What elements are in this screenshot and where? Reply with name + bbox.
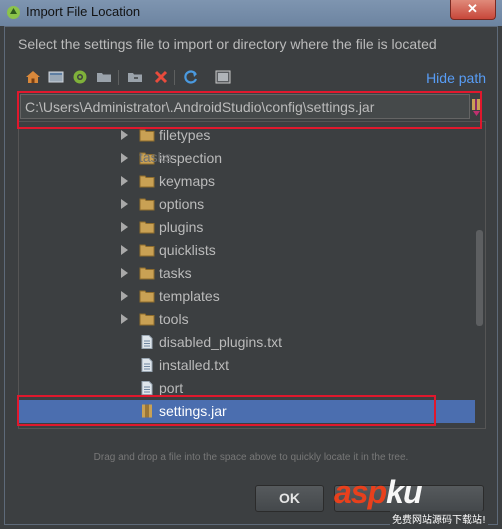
tree-item-label: port <box>159 380 184 396</box>
tree-row[interactable]: templates <box>19 285 475 308</box>
folder-icon <box>139 175 155 188</box>
expand-arrow-icon[interactable] <box>121 245 128 255</box>
delete-icon[interactable] <box>152 68 170 86</box>
title-bar[interactable]: Import File Location ✕ <box>0 0 502 26</box>
folder-icon <box>139 198 155 211</box>
tree-item-label: options <box>159 196 205 212</box>
tree-item-label: settings.jar <box>159 403 227 419</box>
tree-item-label: plugins <box>159 219 204 235</box>
folder-icon <box>139 129 155 142</box>
tree-item-label: installed.txt <box>159 357 230 373</box>
tree-item-label: tools <box>159 311 189 327</box>
path-field[interactable] <box>20 94 470 119</box>
tree-item-label: system <box>139 426 183 428</box>
folder-icon <box>139 221 155 234</box>
close-button[interactable]: ✕ <box>450 0 496 20</box>
tree-item-label: quicklists <box>159 242 216 258</box>
tree-row[interactable]: installed.txt <box>19 354 475 377</box>
tree-row[interactable]: quicklists <box>19 239 475 262</box>
drag-ghost-label: tasks <box>139 149 172 165</box>
tree-row[interactable]: tools <box>19 308 475 331</box>
import-file-location-dialog: Import File Location ✕ Select the settin… <box>0 0 502 529</box>
file-tree[interactable]: filetypes inspection keymaps options plugins… <box>18 121 486 429</box>
expand-arrow-icon[interactable] <box>121 314 128 324</box>
ok-button[interactable]: OK <box>255 485 324 512</box>
expand-arrow-icon[interactable] <box>121 268 128 278</box>
dialog-description: Select the settings file to import or di… <box>18 36 437 52</box>
tree-row[interactable]: settings.jar <box>19 400 475 423</box>
folder-icon <box>139 313 155 326</box>
tree-row[interactable]: port <box>19 377 475 400</box>
tree-row[interactable]: tasks <box>19 262 475 285</box>
watermark-brand-white: ku <box>386 474 422 510</box>
expand-arrow-icon[interactable] <box>121 153 128 163</box>
text-file-icon <box>141 358 153 372</box>
tree-item-label: disabled_plugins.txt <box>159 334 282 350</box>
window-title: Import File Location <box>26 4 141 19</box>
expand-arrow-icon[interactable] <box>121 291 128 301</box>
show-hidden-icon[interactable] <box>214 68 232 86</box>
watermark-logo: aspku 免费网站源码下载站! <box>330 474 500 526</box>
move-folder-icon[interactable] <box>126 68 144 86</box>
home-icon[interactable] <box>24 68 42 86</box>
tree-row[interactable]: keymaps <box>19 170 475 193</box>
tree-row[interactable]: inspection <box>19 147 475 170</box>
expand-arrow-icon[interactable] <box>121 199 128 209</box>
toolbar-separator <box>174 70 175 85</box>
folder-icon <box>139 244 155 257</box>
expand-arrow-icon[interactable] <box>121 176 128 186</box>
close-icon: ✕ <box>467 1 478 16</box>
jar-file-icon <box>142 404 152 418</box>
watermark-subtitle: 免费网站源码下载站! <box>390 511 489 526</box>
tree-item-label: filetypes <box>159 127 211 143</box>
desktop-icon[interactable] <box>47 68 65 86</box>
folder-icon <box>119 427 135 429</box>
android-project-icon[interactable] <box>71 68 89 86</box>
path-input[interactable] <box>21 95 469 118</box>
folder-icon <box>139 267 155 280</box>
expand-arrow-icon[interactable] <box>121 130 128 140</box>
expand-arrow-icon[interactable] <box>121 222 128 232</box>
toolbar-separator <box>118 70 119 85</box>
tree-row[interactable]: system <box>19 423 475 429</box>
tree-row[interactable]: plugins <box>19 216 475 239</box>
refresh-icon[interactable] <box>182 68 200 86</box>
folder-icon <box>139 290 155 303</box>
new-folder-icon[interactable] <box>95 68 113 86</box>
text-file-icon <box>141 335 153 349</box>
tree-item-label: templates <box>159 288 220 304</box>
watermark-brand: aspku <box>334 474 422 511</box>
hide-path-link[interactable]: Hide path <box>426 70 486 86</box>
drag-drop-hint: Drag and drop a file into the space abov… <box>93 452 409 463</box>
android-studio-icon <box>7 6 20 19</box>
tree-item-label: tasks <box>159 265 192 281</box>
tree-row[interactable]: filetypes <box>19 124 475 147</box>
tree-row[interactable]: options <box>19 193 475 216</box>
text-file-icon <box>141 381 153 395</box>
path-history-dropdown-icon[interactable] <box>470 96 484 118</box>
tree-item-label: keymaps <box>159 173 216 189</box>
tree-scrollbar[interactable] <box>476 230 483 326</box>
tree-row[interactable]: disabled_plugins.txt <box>19 331 475 354</box>
watermark-brand-red: asp <box>334 474 387 510</box>
